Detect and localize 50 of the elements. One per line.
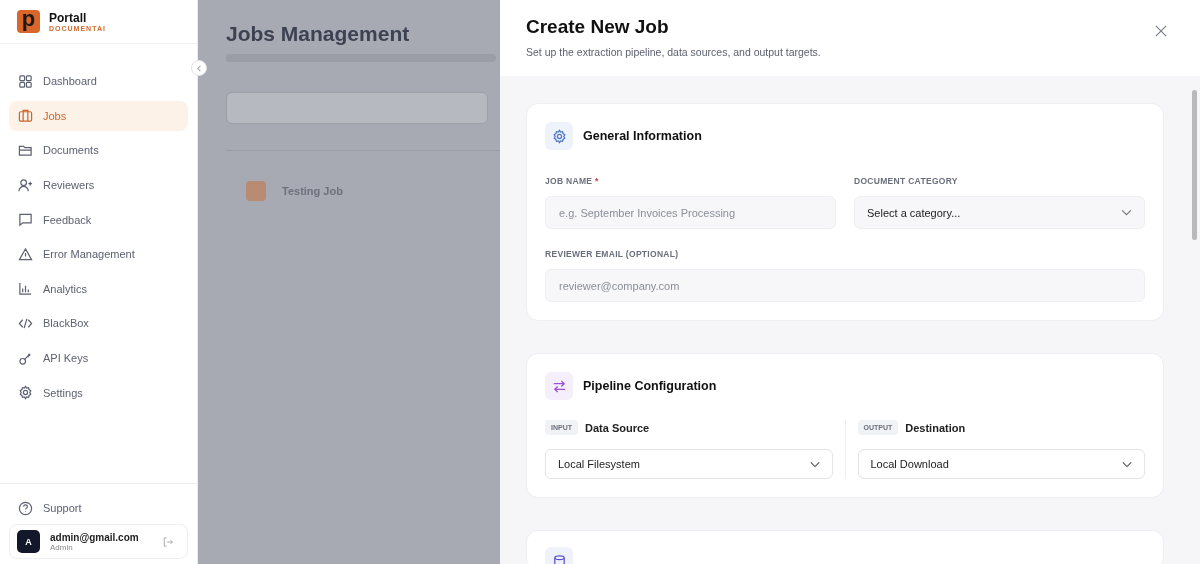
chevron-left-icon: [195, 64, 203, 72]
brand-name: Portall: [49, 11, 88, 25]
nav-item[interactable]: Feedback: [9, 204, 188, 235]
bar-chart-icon: [18, 281, 33, 297]
field-label: JOB NAME *: [545, 176, 600, 186]
support-link[interactable]: Support: [9, 496, 188, 520]
nav-item[interactable]: Settings: [9, 377, 188, 408]
section-title: General Information: [583, 129, 702, 143]
gear-icon: [18, 385, 33, 401]
modal-subtitle: Set up the extraction pipeline, data sources, and output targets.: [526, 46, 821, 58]
nav-item[interactable]: Analytics: [9, 273, 188, 305]
grid-icon: [18, 73, 33, 89]
nav-item[interactable]: Jobs: [9, 100, 188, 132]
section-title: Pipeline Configuration: [583, 379, 717, 393]
job-icon: [246, 181, 266, 201]
nav-item[interactable]: Reviewers: [9, 169, 188, 201]
help-icon: [18, 500, 33, 516]
email-input[interactable]: reviewer@company.com: [545, 269, 1145, 302]
modal-title: Create New Job: [526, 16, 670, 38]
job-name-input[interactable]: e.g. September Invoices Processing: [545, 196, 836, 229]
user-role: Admin: [50, 542, 73, 552]
message-icon: [18, 212, 33, 228]
nav-item[interactable]: Documents: [9, 135, 188, 166]
page-title: Jobs Management: [226, 22, 411, 46]
close-icon[interactable]: [1155, 25, 1167, 37]
chevron-down-icon: [1122, 460, 1132, 468]
logo-mark: p: [17, 10, 40, 33]
chevron-down-icon: [1121, 209, 1132, 216]
field-label: DOCUMENT CATEGORY: [854, 176, 959, 186]
field-label: REVIEWER EMAIL (OPTIONAL): [545, 249, 680, 259]
avatar: A: [17, 530, 40, 553]
nav-item[interactable]: BlackBox: [9, 308, 188, 339]
nav-item[interactable]: Dashboard: [9, 66, 188, 97]
category-select[interactable]: Select a category...: [854, 196, 1145, 229]
briefcase-icon: [18, 108, 33, 124]
warning-icon: [18, 246, 33, 262]
gear-icon: [545, 122, 573, 150]
select-field[interactable]: Local Filesystem: [545, 449, 833, 479]
logout-icon[interactable]: [162, 535, 174, 548]
select-field[interactable]: Local Download: [857, 449, 1145, 479]
nav-item[interactable]: Error Management: [9, 238, 188, 270]
swap-icon: [545, 372, 573, 400]
chevron-down-icon: [809, 460, 820, 468]
job-name: Testing Job: [282, 185, 343, 197]
user-plus-icon: [18, 177, 33, 193]
nav-item[interactable]: API Keys: [9, 342, 188, 374]
folder-icon: [18, 143, 33, 158]
field-label: Destination: [905, 421, 966, 434]
user-email: admin@gmail.com: [50, 531, 140, 543]
field-label: Data Source: [585, 421, 650, 434]
